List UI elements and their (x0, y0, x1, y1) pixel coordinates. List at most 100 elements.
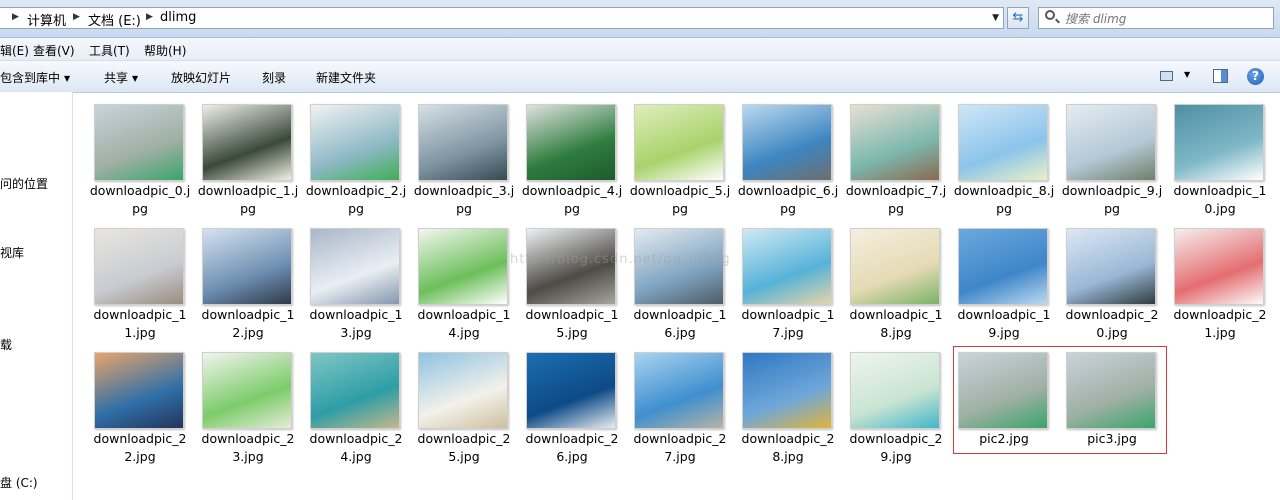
file-thumbnail (850, 352, 940, 429)
refresh-icon: ⇆ (1012, 10, 1024, 25)
selection-rectangle (953, 346, 1167, 454)
file-item[interactable]: downloadpic_29.jpg (848, 348, 956, 470)
file-item[interactable]: downloadpic_8.jpg (954, 100, 1064, 222)
breadcrumb-drive-e[interactable]: 文档 (E:) (88, 10, 141, 29)
file-item[interactable]: downloadpic_2.jpg (306, 100, 416, 222)
file-thumbnail (310, 104, 400, 181)
file-item[interactable]: downloadpic_19.jpg (956, 224, 1064, 346)
file-name: downloadpic_20.jpg (1065, 307, 1159, 340)
file-item[interactable]: downloadpic_17.jpg (740, 224, 848, 346)
refresh-button[interactable]: ⇆ (1007, 7, 1029, 29)
file-name: downloadpic_24.jpg (309, 431, 403, 464)
file-thumbnail (94, 352, 184, 429)
file-name: downloadpic_25.jpg (417, 431, 511, 464)
new-folder-button[interactable]: 新建文件夹 (316, 69, 376, 86)
address-dropdown-icon[interactable]: ▼ (992, 13, 999, 23)
menu-bar: 辑(E) 查看(V) 工具(T) 帮助(H) (0, 38, 1280, 61)
file-name: downloadpic_10.jpg (1173, 183, 1267, 216)
burn-button[interactable]: 刻录 (262, 69, 286, 86)
file-item[interactable]: downloadpic_12.jpg (200, 224, 308, 346)
file-name: downloadpic_4.jpg (521, 183, 623, 216)
file-item[interactable]: downloadpic_22.jpg (92, 348, 200, 470)
file-thumbnail (94, 104, 184, 181)
menu-edit[interactable]: 辑(E) (0, 42, 29, 59)
file-item[interactable]: downloadpic_13.jpg (308, 224, 416, 346)
menu-view[interactable]: 查看(V) (33, 42, 75, 59)
address-bar[interactable]: ▶ 计算机 ▶ 文档 (E:) ▶ dlimg ▼ (0, 7, 1004, 29)
file-thumbnail (850, 228, 940, 305)
file-item[interactable]: downloadpic_26.jpg (524, 348, 632, 470)
change-view-icon[interactable] (1160, 71, 1173, 81)
file-thumbnail (1066, 228, 1156, 305)
slideshow-button[interactable]: 放映幻灯片 (171, 69, 231, 86)
breadcrumb-dlimg[interactable]: dlimg (160, 10, 196, 25)
file-item[interactable]: downloadpic_27.jpg (632, 348, 740, 470)
file-name: downloadpic_12.jpg (201, 307, 295, 340)
file-item[interactable]: downloadpic_15.jpg (524, 224, 632, 346)
nav-item-downloads[interactable]: 载 (0, 336, 12, 353)
preview-pane-icon[interactable] (1213, 69, 1228, 83)
file-thumbnail (958, 104, 1048, 181)
file-item[interactable]: downloadpic_6.jpg (738, 100, 848, 222)
navigation-pane: 问的位置 视库 载 盘 (C:) (0, 92, 73, 500)
file-item[interactable]: downloadpic_7.jpg (846, 100, 956, 222)
nav-item-drive-c[interactable]: 盘 (C:) (0, 474, 38, 491)
file-thumbnail (742, 104, 832, 181)
nav-item-recent-places[interactable]: 问的位置 (0, 175, 48, 192)
file-name: downloadpic_17.jpg (741, 307, 835, 340)
file-name: downloadpic_3.jpg (413, 183, 515, 216)
file-item[interactable]: downloadpic_5.jpg (630, 100, 740, 222)
breadcrumb-separator-icon[interactable]: ▶ (12, 12, 19, 22)
file-name: downloadpic_19.jpg (957, 307, 1051, 340)
file-thumbnail (850, 104, 940, 181)
menu-tools[interactable]: 工具(T) (89, 42, 130, 59)
file-item[interactable]: downloadpic_0.jpg (90, 100, 200, 222)
file-item[interactable]: downloadpic_9.jpg (1062, 100, 1172, 222)
file-name: downloadpic_28.jpg (741, 431, 835, 464)
breadcrumb-separator-icon[interactable]: ▶ (146, 12, 153, 22)
file-name: downloadpic_15.jpg (525, 307, 619, 340)
file-item[interactable]: downloadpic_25.jpg (416, 348, 524, 470)
file-item[interactable]: downloadpic_1.jpg (198, 100, 308, 222)
breadcrumb-computer[interactable]: 计算机 (27, 10, 66, 29)
command-bar: 包含到库中 ▼ 共享 ▼ 放映幻灯片 刻录 新建文件夹 ▼ ? (0, 61, 1280, 93)
include-in-library-button[interactable]: 包含到库中 ▼ (0, 69, 70, 86)
file-item[interactable]: downloadpic_18.jpg (848, 224, 956, 346)
file-item[interactable]: downloadpic_16.jpg (632, 224, 740, 346)
file-item[interactable]: downloadpic_11.jpg (92, 224, 200, 346)
file-name: downloadpic_27.jpg (633, 431, 727, 464)
file-name: downloadpic_6.jpg (737, 183, 839, 216)
file-thumbnail (1174, 104, 1264, 181)
file-item[interactable]: downloadpic_3.jpg (414, 100, 524, 222)
file-name: downloadpic_0.jpg (89, 183, 191, 216)
view-options-chevron-icon[interactable]: ▼ (1184, 70, 1190, 79)
file-thumbnail (202, 352, 292, 429)
file-item[interactable]: downloadpic_28.jpg (740, 348, 848, 470)
include-in-library-label: 包含到库中 (0, 71, 61, 85)
help-icon[interactable]: ? (1247, 68, 1264, 85)
file-thumbnail (310, 228, 400, 305)
file-thumbnail (958, 228, 1048, 305)
menu-help[interactable]: 帮助(H) (144, 42, 186, 59)
file-item[interactable]: downloadpic_14.jpg (416, 224, 524, 346)
file-item[interactable]: downloadpic_20.jpg (1064, 224, 1172, 346)
file-thumbnail (1066, 104, 1156, 181)
file-item[interactable]: downloadpic_21.jpg (1172, 224, 1280, 346)
file-name: downloadpic_8.jpg (953, 183, 1055, 216)
file-item[interactable]: downloadpic_4.jpg (522, 100, 632, 222)
search-input[interactable] (1063, 9, 1257, 29)
file-name: downloadpic_22.jpg (93, 431, 187, 464)
file-item[interactable]: downloadpic_24.jpg (308, 348, 416, 470)
share-button[interactable]: 共享 ▼ (104, 69, 138, 86)
file-thumbnail (634, 104, 724, 181)
file-thumbnail (418, 104, 508, 181)
file-item[interactable]: downloadpic_10.jpg (1172, 100, 1280, 222)
search-box[interactable] (1038, 7, 1274, 29)
file-name: downloadpic_5.jpg (629, 183, 731, 216)
file-item[interactable]: downloadpic_23.jpg (200, 348, 308, 470)
share-label: 共享 (104, 71, 129, 85)
nav-item-videos[interactable]: 视库 (0, 244, 24, 261)
file-name: downloadpic_13.jpg (309, 307, 403, 340)
file-name: downloadpic_2.jpg (305, 183, 407, 216)
breadcrumb-separator-icon[interactable]: ▶ (73, 12, 80, 22)
